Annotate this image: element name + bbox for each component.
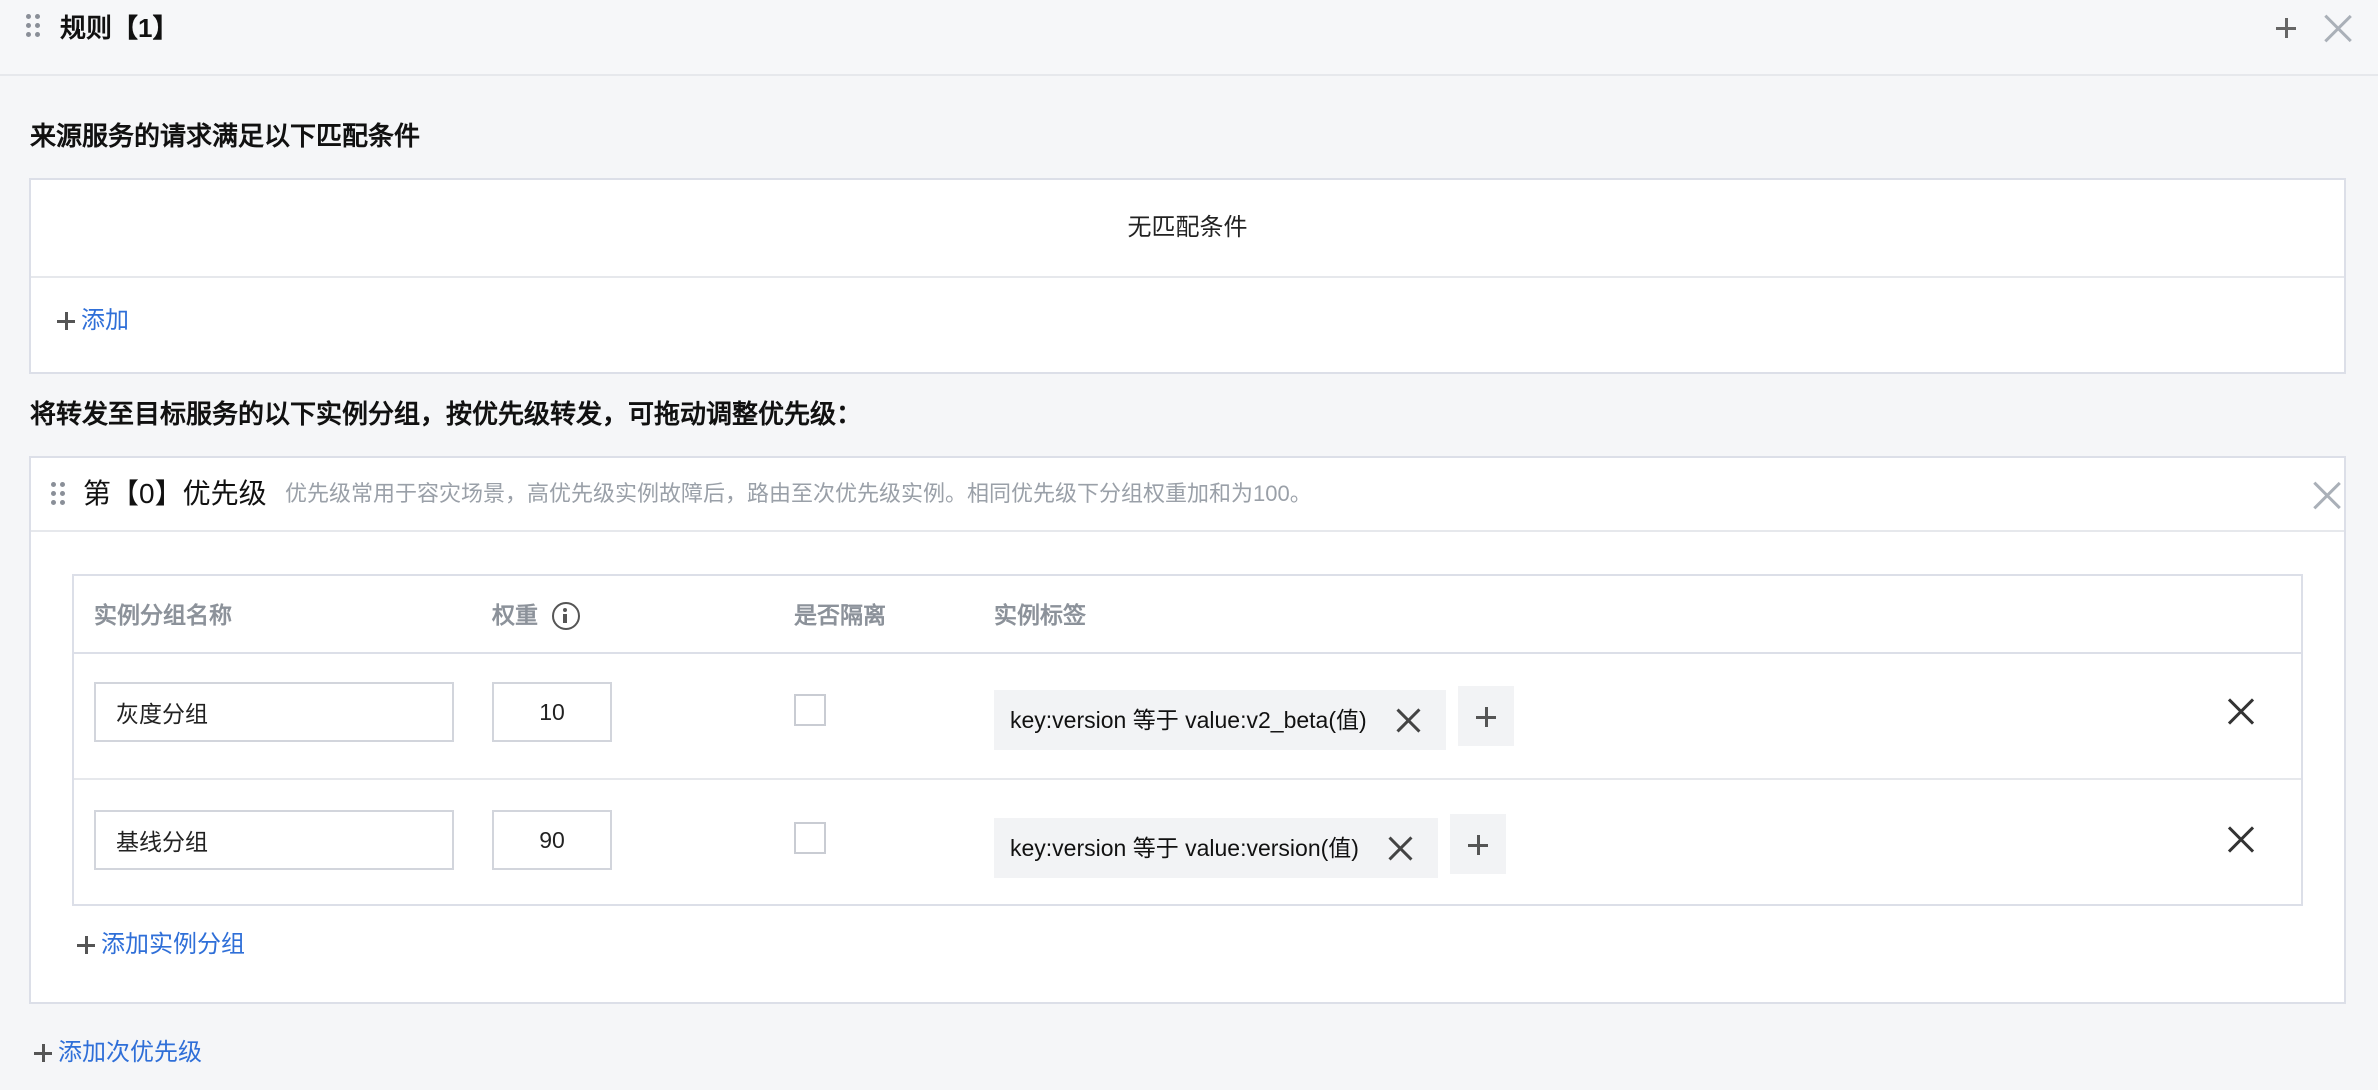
drag-handle-icon[interactable]	[26, 14, 41, 38]
plus-icon	[2276, 18, 2296, 38]
table-row: key:version 等于 value:version(值)	[74, 782, 2301, 908]
table-header: 实例分组名称 权重 是否隔离 实例标签	[74, 576, 2301, 654]
delete-row-icon[interactable]	[2224, 822, 2258, 856]
plus-icon	[34, 1044, 52, 1062]
column-header-isolated: 是否隔离	[794, 602, 886, 628]
instance-tag-text: key:version 等于 value:version(值)	[1010, 835, 1359, 861]
priority-description: 优先级常用于容灾场景，高优先级实例故障后，路由至次优先级实例。相同优先级下分组权…	[285, 481, 1312, 506]
group-name-input[interactable]	[94, 810, 454, 870]
instance-tag: key:version 等于 value:v2_beta(值)	[994, 690, 1446, 750]
add-tag-button[interactable]	[1458, 686, 1514, 746]
isolate-checkbox[interactable]	[794, 694, 826, 726]
plus-icon	[57, 312, 75, 330]
delete-priority-button[interactable]	[2311, 478, 2343, 512]
close-icon	[2313, 481, 2341, 509]
empty-match-text: 无匹配条件	[31, 180, 2344, 278]
instance-group-table: 实例分组名称 权重 是否隔离 实例标签 key:version 等于 value…	[72, 574, 2303, 906]
rule-title: 规则【1】	[60, 13, 179, 43]
add-tag-button[interactable]	[1450, 814, 1506, 874]
rule-header: 规则【1】	[0, 0, 2378, 76]
instance-tag-text: key:version 等于 value:v2_beta(值)	[1010, 707, 1367, 733]
add-instance-group-link[interactable]: 添加实例分组	[77, 928, 277, 962]
remove-tag-icon[interactable]	[1386, 834, 1414, 862]
priority-title: 第【0】优先级	[83, 478, 267, 509]
remove-tag-icon[interactable]	[1394, 706, 1422, 734]
isolate-checkbox[interactable]	[794, 822, 826, 854]
column-header-name: 实例分组名称	[94, 602, 232, 628]
priority-box: 第【0】优先级 优先级常用于容灾场景，高优先级实例故障后，路由至次优先级实例。相…	[29, 456, 2346, 1004]
route-rule-editor: 规则【1】 来源服务的请求满足以下匹配条件 无匹配条件 添加 将转发至目标服务的…	[0, 0, 2378, 1090]
group-name-input[interactable]	[94, 682, 454, 742]
add-priority-link[interactable]: 添加次优先级	[34, 1036, 234, 1070]
delete-rule-button[interactable]	[2322, 8, 2356, 48]
column-header-weight: 权重	[492, 602, 538, 628]
close-icon	[2324, 14, 2352, 42]
drag-handle-icon[interactable]	[51, 482, 66, 506]
forward-section-title: 将转发至目标服务的以下实例分组，按优先级转发，可拖动调整优先级：	[30, 399, 863, 429]
add-condition-link[interactable]: 添加	[57, 304, 177, 338]
add-rule-button[interactable]	[2270, 8, 2302, 48]
weight-input[interactable]	[492, 682, 612, 742]
info-icon[interactable]	[552, 602, 580, 630]
column-header-tags: 实例标签	[994, 602, 1086, 628]
plus-icon	[77, 936, 95, 954]
match-section-title: 来源服务的请求满足以下匹配条件	[30, 121, 421, 151]
priority-header: 第【0】优先级 优先级常用于容灾场景，高优先级实例故障后，路由至次优先级实例。相…	[31, 458, 2344, 532]
table-row: key:version 等于 value:v2_beta(值)	[74, 654, 2301, 780]
match-conditions-box: 无匹配条件 添加	[29, 178, 2346, 374]
delete-row-icon[interactable]	[2224, 694, 2258, 728]
weight-input[interactable]	[492, 810, 612, 870]
plus-icon	[1468, 835, 1488, 855]
plus-icon	[1476, 707, 1496, 727]
instance-tag: key:version 等于 value:version(值)	[994, 818, 1438, 878]
